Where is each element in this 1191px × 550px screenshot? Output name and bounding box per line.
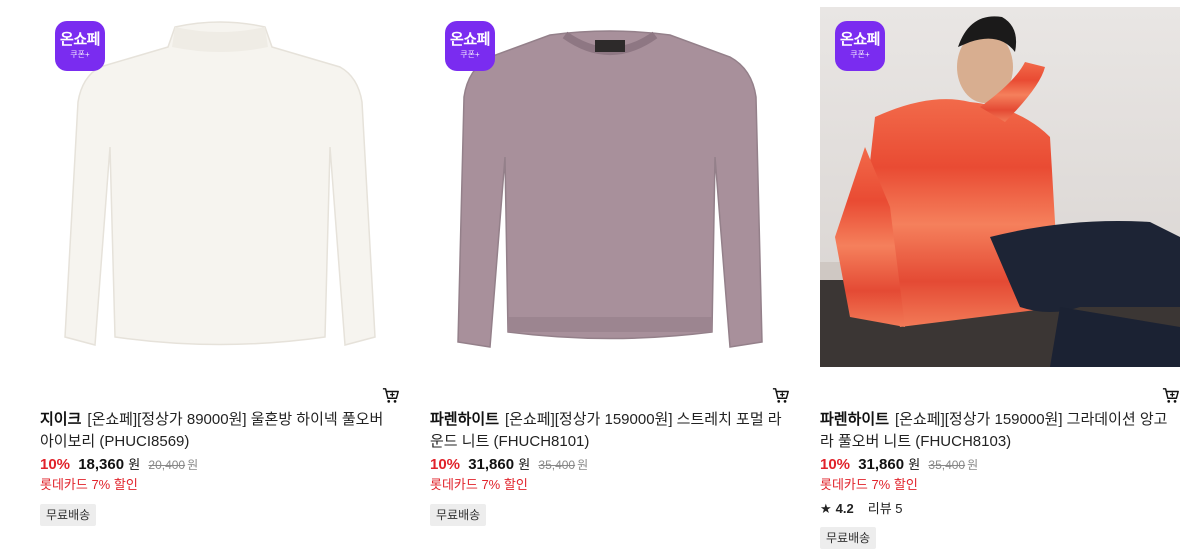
- discount-rate: 10%: [430, 456, 461, 473]
- product-card[interactable]: 온쇼페 쿠폰+ 지이크 [온쇼페][정상가 89000원] 울혼방 하이넥 풀오버…: [40, 7, 402, 526]
- product-card[interactable]: 온쇼페 쿠폰+ 파렌하이트 [온쇼페][정상가 159000원] 스트레치 포멀 …: [430, 7, 792, 526]
- sale-price: 31,860: [468, 456, 515, 473]
- product-grid: 온쇼페 쿠폰+ 지이크 [온쇼페][정상가 89000원] 울혼방 하이넥 풀오버…: [0, 0, 1191, 550]
- product-title[interactable]: 파렌하이트 [온쇼페][정상가 159000원] 그라데이션 앙고라 풀오버 니트…: [820, 409, 1180, 453]
- original-price: 20,400: [148, 458, 186, 472]
- product-image[interactable]: 온쇼페 쿠폰+: [40, 7, 400, 367]
- onshope-coupon-badge: 온쇼페 쿠폰+: [445, 21, 495, 71]
- currency-unit: 원: [128, 457, 141, 472]
- product-image[interactable]: 온쇼페 쿠폰+: [820, 7, 1180, 367]
- card-promo: 롯데카드 7% 할인: [430, 477, 528, 492]
- brand-name: 파렌하이트: [430, 411, 500, 428]
- brand-name: 파렌하이트: [820, 411, 890, 428]
- discount-rate: 10%: [820, 456, 851, 473]
- cart-icon[interactable]: [1162, 387, 1180, 405]
- free-shipping-tag: 무료배송: [40, 504, 97, 526]
- original-price: 35,400: [928, 458, 966, 472]
- original-price: 35,400: [538, 458, 576, 472]
- sale-price: 18,360: [78, 456, 125, 473]
- free-shipping-tag: 무료배송: [430, 504, 487, 526]
- rating-row[interactable]: ★ 4.2 리뷰 5: [820, 501, 1182, 517]
- rating-score: 4.2: [835, 501, 854, 516]
- product-image[interactable]: 온쇼페 쿠폰+: [430, 7, 790, 367]
- free-shipping-tag: 무료배송: [820, 527, 877, 549]
- product-title[interactable]: 지이크 [온쇼페][정상가 89000원] 울혼방 하이넥 풀오버 아이보리 (P…: [40, 409, 400, 453]
- original-currency-unit: 원: [187, 458, 199, 472]
- badge-label: 온쇼페: [60, 31, 100, 48]
- discount-rate: 10%: [40, 456, 71, 473]
- currency-unit: 원: [518, 457, 531, 472]
- star-icon: ★: [820, 501, 832, 516]
- price-row: 10% 31,860 원 35,400 원: [430, 455, 792, 475]
- badge-sublabel: 쿠폰+: [850, 50, 870, 59]
- card-promo: 롯데카드 7% 할인: [40, 477, 138, 492]
- currency-unit: 원: [908, 457, 921, 472]
- cart-icon[interactable]: [382, 387, 400, 405]
- review-count: 리뷰 5: [867, 501, 903, 516]
- price-row: 10% 31,860 원 35,400 원: [820, 455, 1182, 475]
- sale-price: 31,860: [858, 456, 905, 473]
- badge-label: 온쇼페: [840, 31, 880, 48]
- onshope-coupon-badge: 온쇼페 쿠폰+: [55, 21, 105, 71]
- product-name: [온쇼페][정상가 89000원] 울혼방 하이넥 풀오버 아이보리 (PHUC…: [40, 411, 384, 450]
- badge-label: 온쇼페: [450, 31, 490, 48]
- badge-sublabel: 쿠폰+: [70, 50, 90, 59]
- cart-icon[interactable]: [772, 387, 790, 405]
- onshope-coupon-badge: 온쇼페 쿠폰+: [835, 21, 885, 71]
- product-card[interactable]: 온쇼페 쿠폰+ 파렌하이트 [온쇼페][정상가 159000원] 그라데이션 앙고…: [820, 7, 1182, 549]
- original-currency-unit: 원: [967, 458, 979, 472]
- price-row: 10% 18,360 원 20,400 원: [40, 455, 402, 475]
- product-title[interactable]: 파렌하이트 [온쇼페][정상가 159000원] 스트레치 포멀 라운드 니트 (…: [430, 409, 790, 453]
- brand-name: 지이크: [40, 411, 82, 428]
- badge-sublabel: 쿠폰+: [460, 50, 480, 59]
- original-currency-unit: 원: [577, 458, 589, 472]
- card-promo: 롯데카드 7% 할인: [820, 477, 918, 492]
